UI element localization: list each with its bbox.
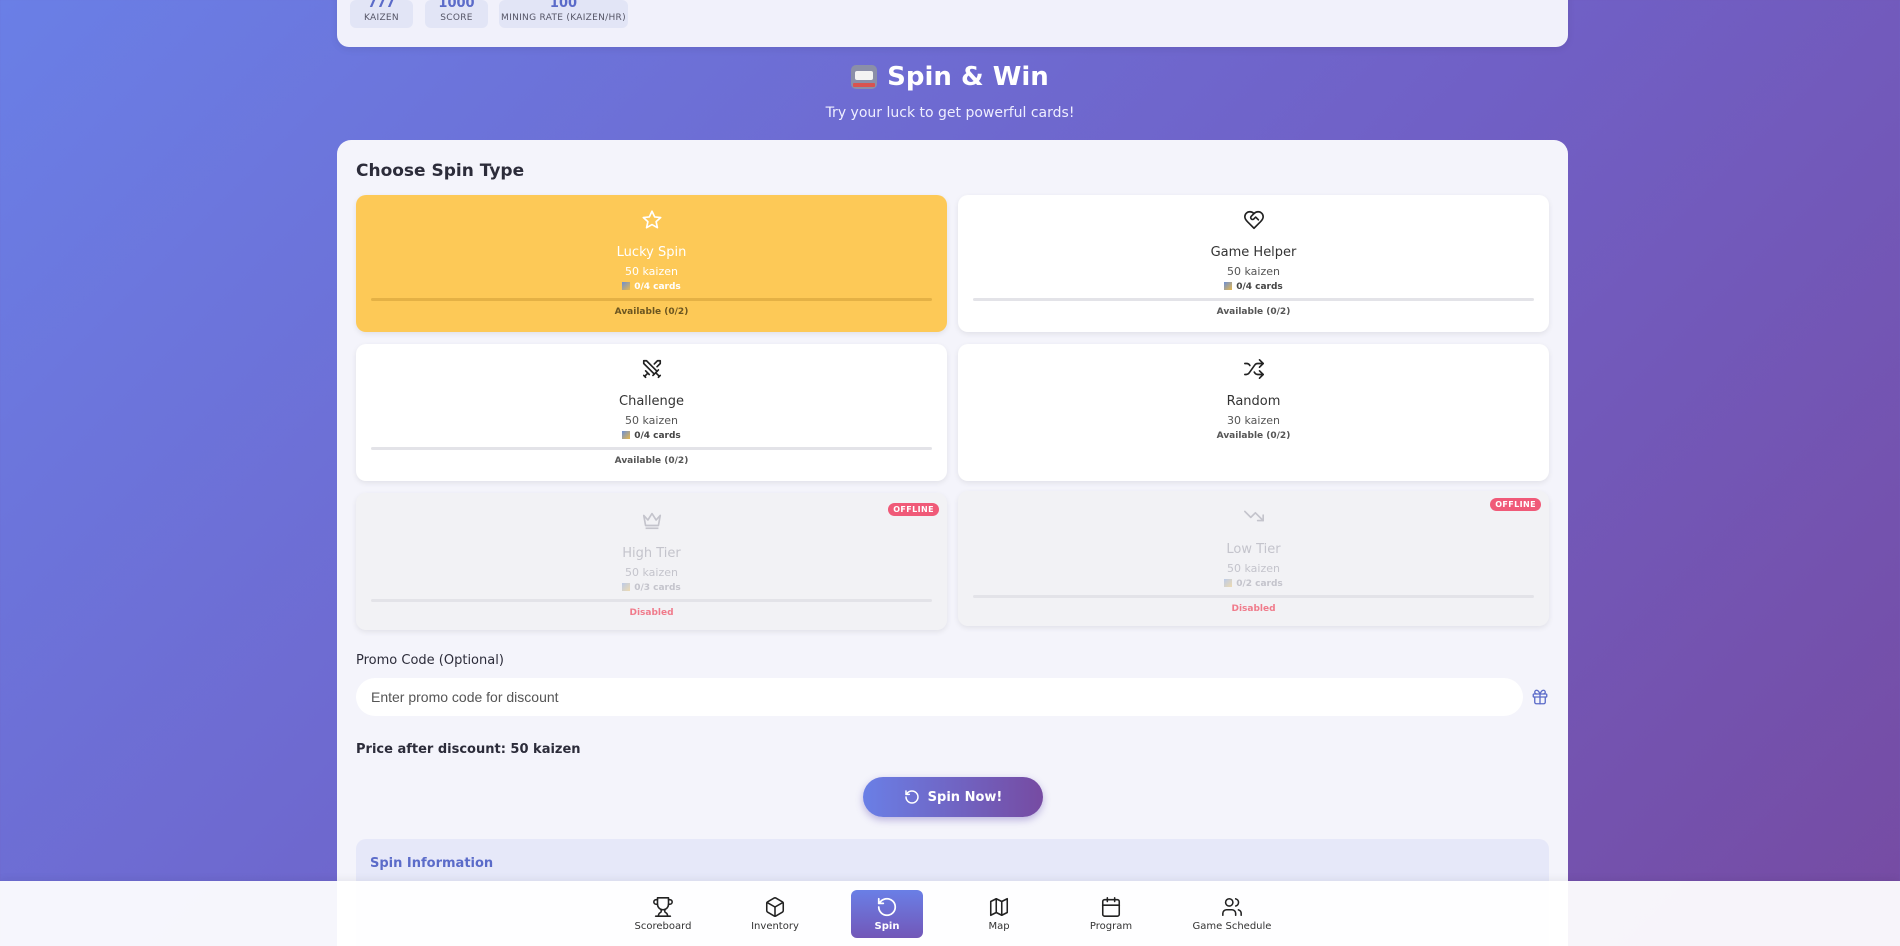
- spin-card-low-tier: OFFLINE Low Tier 50 kaizen 0/2 cards Dis…: [958, 491, 1549, 626]
- spin-price: 50 kaizen: [625, 265, 678, 278]
- page-subtitle: Try your luck to get powerful cards!: [825, 105, 1075, 121]
- spin-cards: 0/4 cards: [356, 282, 947, 292]
- spin-price: 50 kaizen: [1227, 265, 1280, 278]
- nav-game-schedule[interactable]: Game Schedule: [1187, 890, 1277, 938]
- stat-value: 777: [367, 0, 396, 11]
- nav-spin[interactable]: Spin: [851, 890, 923, 938]
- crown-icon: [356, 509, 947, 533]
- spin-price: 30 kaizen: [1227, 414, 1280, 427]
- nav-label: Scoreboard: [634, 921, 692, 932]
- spin-now-label: Spin Now!: [927, 789, 1003, 805]
- spin-price: 50 kaizen: [1227, 562, 1280, 575]
- spin-card-challenge[interactable]: Challenge 50 kaizen 0/4 cards Available …: [356, 344, 947, 481]
- progress-bar: [371, 298, 932, 301]
- stat-value: 100: [549, 0, 578, 11]
- nav-label: Inventory: [751, 921, 799, 932]
- spin-status: Disabled: [1231, 604, 1276, 614]
- page-title: Spin & Win: [0, 62, 1900, 92]
- stat-label: KAIZEN: [364, 13, 399, 23]
- nav-map[interactable]: Map: [963, 890, 1035, 938]
- stats-card: 777 KAIZEN 1000 SCORE 100 MINING RATE (K…: [337, 0, 1568, 47]
- rotate-icon: [904, 790, 919, 804]
- spin-name: Random: [1226, 394, 1281, 409]
- stat-kaizen: 777 KAIZEN: [350, 0, 413, 28]
- spin-name: Game Helper: [1210, 245, 1297, 260]
- nav-label: Map: [988, 921, 1010, 932]
- info-title: Spin Information: [370, 856, 494, 871]
- trophy-icon: [653, 897, 673, 917]
- spin-status: Available (0/2): [614, 456, 689, 466]
- spin-cards-text: 0/3 cards: [634, 583, 681, 593]
- spin-name: High Tier: [622, 546, 681, 561]
- spin-panel: Choose Spin Type Lucky Spin 50 kaizen 0/…: [337, 140, 1568, 946]
- spin-price: 50 kaizen: [625, 566, 678, 579]
- stat-label: SCORE: [440, 13, 473, 23]
- spin-cards: 0/2 cards: [958, 579, 1549, 589]
- spin-status: Available (0/2): [1216, 431, 1291, 441]
- spin-card-high-tier: OFFLINE High Tier 50 kaizen 0/3 cards Di…: [356, 493, 947, 630]
- card-icon: [622, 282, 631, 290]
- gift-icon[interactable]: [1531, 688, 1549, 706]
- section-title: Choose Spin Type: [356, 161, 525, 181]
- spin-name: Lucky Spin: [616, 245, 687, 260]
- spin-cards-text: 0/4 cards: [1236, 282, 1283, 292]
- stat-score: 1000 SCORE: [425, 0, 488, 28]
- stat-label: MINING RATE (KAIZEN/HR): [501, 13, 626, 23]
- spin-cards-text: 0/4 cards: [634, 431, 681, 441]
- nav-scoreboard[interactable]: Scoreboard: [627, 890, 699, 938]
- spin-status: Disabled: [629, 608, 674, 618]
- nav-inventory[interactable]: Inventory: [739, 890, 811, 938]
- progress-bar: [973, 595, 1534, 598]
- spin-name: Low Tier: [1226, 542, 1281, 557]
- star-icon: [356, 209, 947, 233]
- card-icon: [1224, 579, 1233, 587]
- box-icon: [765, 897, 785, 917]
- progress-bar: [371, 447, 932, 450]
- slot-machine-icon: [851, 65, 878, 89]
- nav-label: Program: [1089, 921, 1133, 932]
- spin-card-random[interactable]: Random 30 kaizen Available (0/2): [958, 344, 1549, 481]
- stat-mining-rate: 100 MINING RATE (KAIZEN/HR): [499, 0, 628, 28]
- spin-now-button[interactable]: Spin Now!: [863, 777, 1043, 817]
- nav-program[interactable]: Program: [1075, 890, 1147, 938]
- nav-label: Game Schedule: [1192, 921, 1272, 932]
- swords-icon: [356, 358, 947, 382]
- spin-cards: 0/4 cards: [958, 282, 1549, 292]
- progress-bar: [371, 599, 932, 602]
- users-icon: [1222, 897, 1242, 917]
- page-title-text: Spin & Win: [887, 62, 1049, 92]
- spin-cards: 0/3 cards: [356, 583, 947, 593]
- card-icon: [622, 583, 631, 591]
- map-icon: [989, 897, 1009, 917]
- calendar-icon: [1101, 897, 1121, 917]
- spin-card-game-helper[interactable]: Game Helper 50 kaizen 0/4 cards Availabl…: [958, 195, 1549, 332]
- spin-name: Challenge: [619, 394, 684, 409]
- promo-label: Promo Code (Optional): [356, 653, 504, 668]
- price-after-discount: Price after discount: 50 kaizen: [356, 742, 581, 757]
- spin-cards-text: 0/4 cards: [634, 282, 681, 292]
- card-icon: [622, 431, 631, 439]
- card-icon: [1224, 282, 1233, 290]
- shuffle-icon: [958, 358, 1549, 382]
- bottom-nav: Scoreboard Inventory Spin Map Program Ga…: [0, 881, 1900, 946]
- spin-status: Available (0/2): [1216, 307, 1291, 317]
- spin-status: Available (0/2): [614, 307, 689, 317]
- spin-price: 50 kaizen: [625, 414, 678, 427]
- stat-value: 1000: [438, 0, 475, 11]
- progress-bar: [973, 298, 1534, 301]
- promo-code-input[interactable]: [356, 678, 1523, 716]
- rotate-icon: [877, 897, 897, 917]
- heart-handshake-icon: [958, 209, 1549, 233]
- spin-cards-text: 0/2 cards: [1236, 579, 1283, 589]
- trending-down-icon: [958, 505, 1549, 529]
- nav-label: Spin: [874, 921, 900, 932]
- spin-card-lucky[interactable]: Lucky Spin 50 kaizen 0/4 cards Available…: [356, 195, 947, 332]
- spin-cards: 0/4 cards: [356, 431, 947, 441]
